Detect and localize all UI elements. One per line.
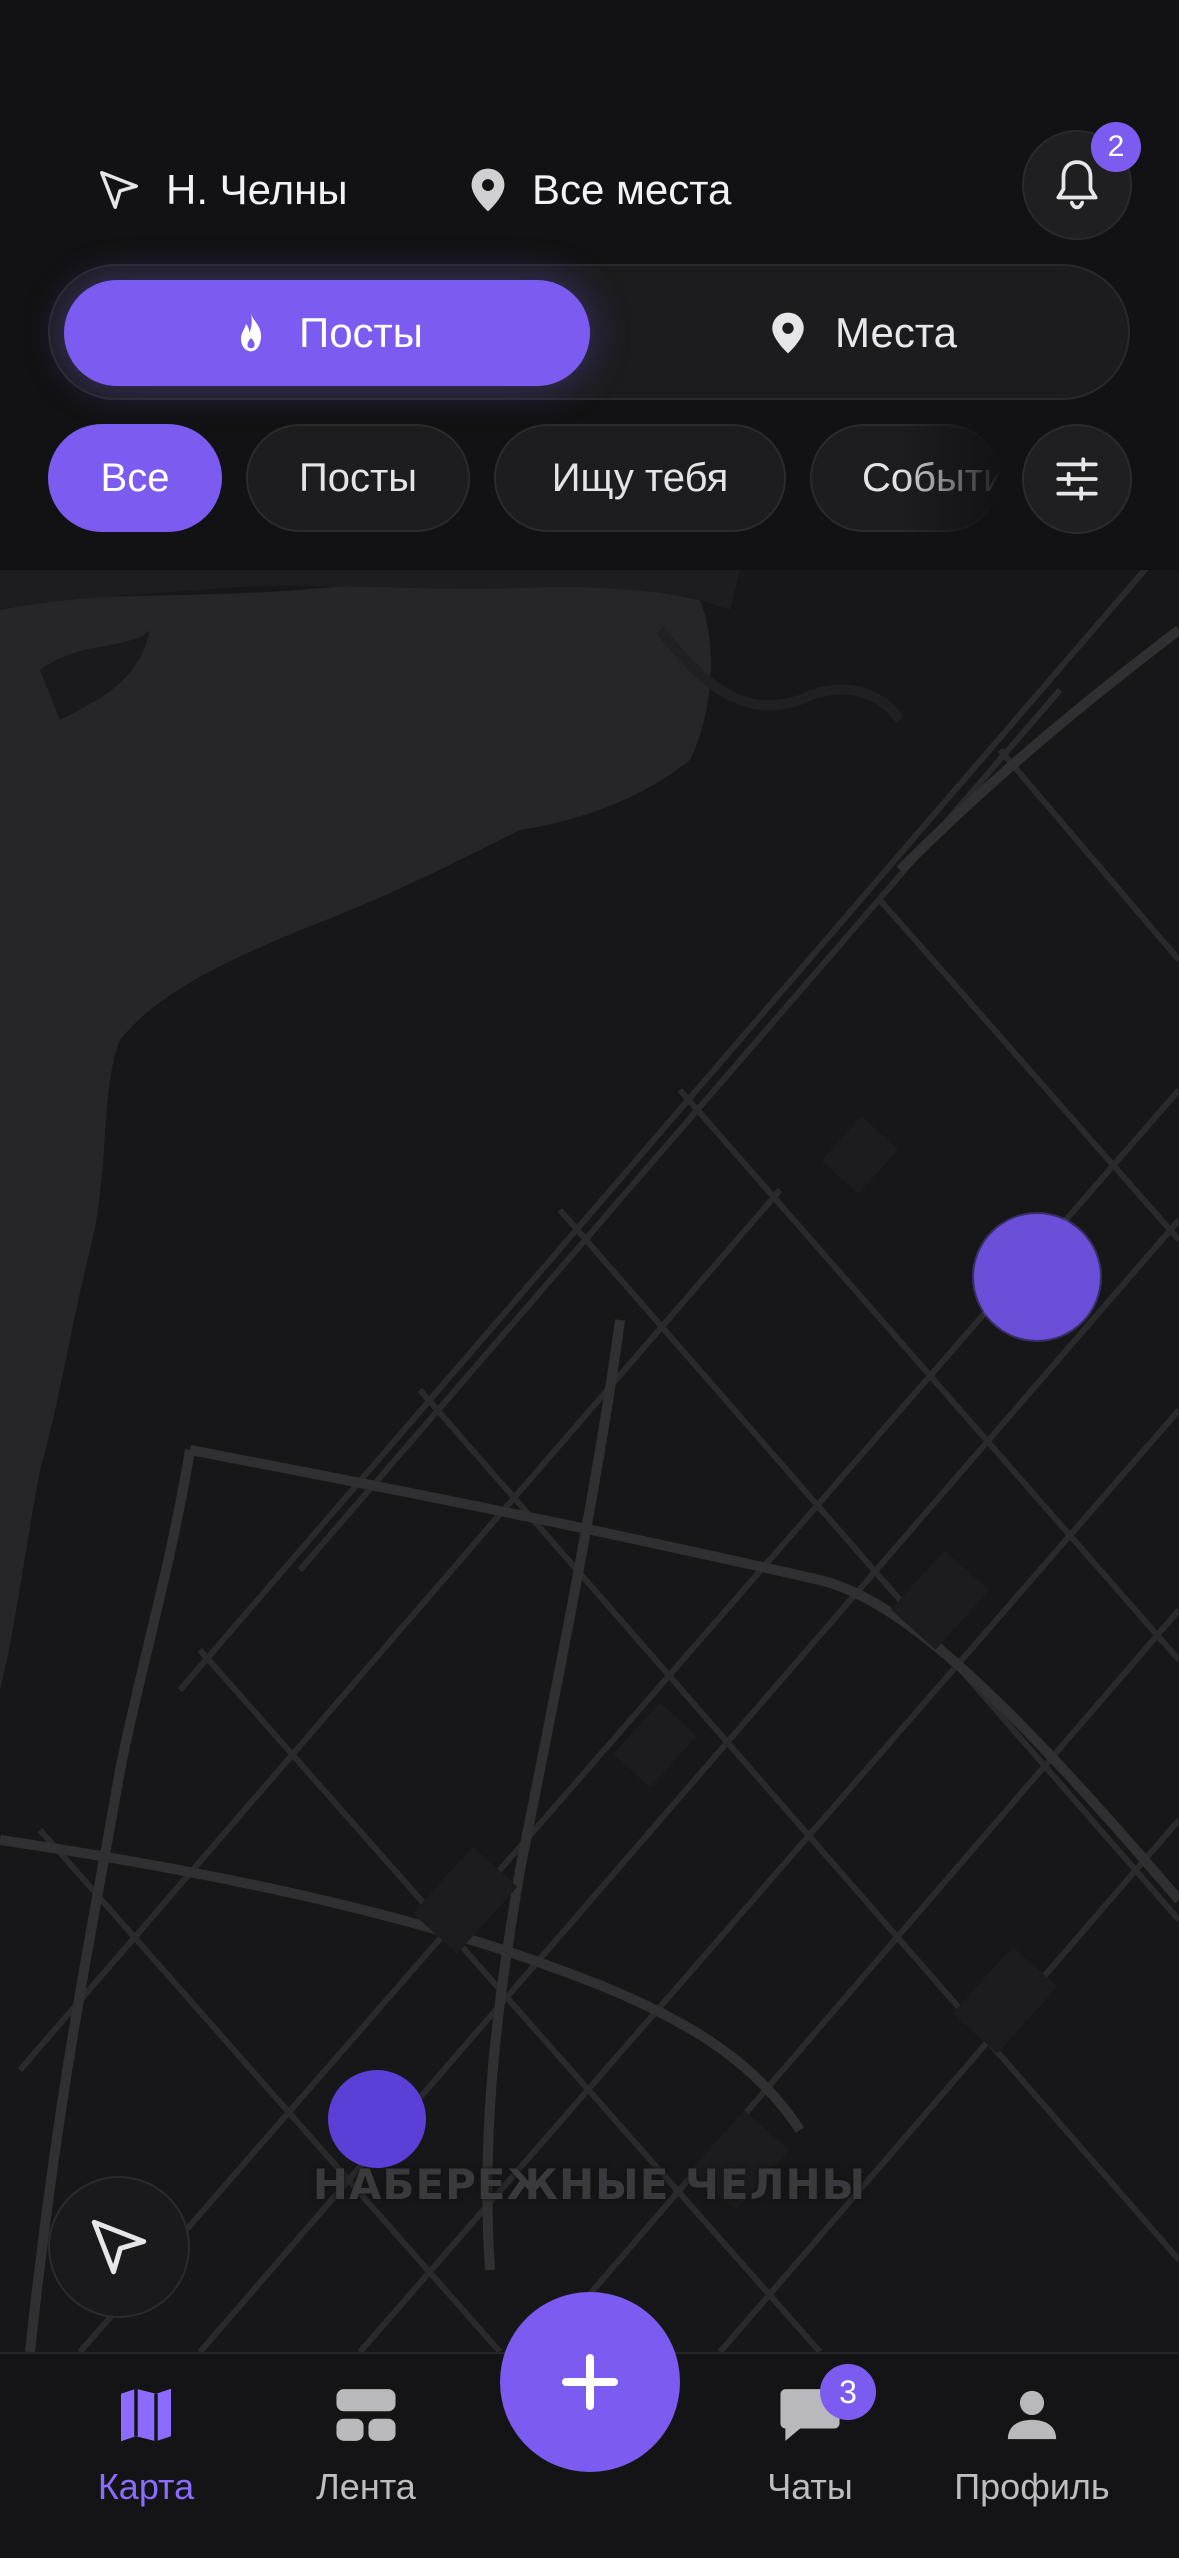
location-row: Н. Челны Все места xyxy=(0,150,1179,230)
places-selector[interactable]: Все места xyxy=(468,150,731,230)
notifications-badge: 2 xyxy=(1091,122,1141,172)
map-pin-icon xyxy=(772,312,804,354)
tab-posts-label: Посты xyxy=(299,309,423,356)
plus-icon xyxy=(562,2354,618,2410)
fire-icon xyxy=(241,313,261,352)
navigation-arrow-icon xyxy=(91,2219,147,2275)
tab-feed-label: Лента xyxy=(316,2466,416,2507)
map-marker[interactable] xyxy=(974,1214,1100,1340)
feed-icon xyxy=(336,2389,396,2441)
map-marker[interactable] xyxy=(328,2070,426,2168)
places-filter-label: Все места xyxy=(532,166,732,213)
bell-icon xyxy=(1056,160,1098,210)
tab-map[interactable]: Карта xyxy=(46,2386,246,2508)
tab-posts[interactable]: Посты xyxy=(64,280,590,386)
category-chips: Все Посты Ищу тебя События xyxy=(0,424,1179,534)
navigation-arrow-icon xyxy=(100,171,138,209)
tab-chats-label: Чаты xyxy=(767,2466,853,2507)
chip-posts[interactable]: Посты xyxy=(246,424,470,532)
filters-button[interactable] xyxy=(1022,424,1132,534)
tab-profile[interactable]: Профиль xyxy=(932,2386,1132,2508)
mode-segmented-control: Посты Места xyxy=(48,264,1130,400)
locate-me-button[interactable] xyxy=(48,2176,190,2318)
tab-places[interactable]: Места xyxy=(610,280,1116,386)
tab-chats[interactable]: Чаты xyxy=(710,2386,910,2508)
chips-fade xyxy=(900,424,1020,534)
top-header: Н. Челны Все места Посты Места Все Посты… xyxy=(0,0,1179,570)
city-selector[interactable]: Н. Челны xyxy=(96,150,348,230)
tab-profile-label: Профиль xyxy=(954,2466,1110,2507)
chip-all[interactable]: Все xyxy=(48,424,222,532)
user-icon xyxy=(1007,2390,1057,2440)
map-canvas xyxy=(0,570,1179,2352)
chats-badge: 3 xyxy=(820,2364,876,2420)
chip-looking-for-you[interactable]: Ищу тебя xyxy=(494,424,786,532)
map-city-label: НАБЕРЕЖНЫЕ ЧЕЛНЫ xyxy=(312,2160,867,2209)
map-view[interactable]: НАБЕРЕЖНЫЕ ЧЕЛНЫ xyxy=(0,570,1179,2352)
create-post-button[interactable] xyxy=(500,2292,680,2472)
map-pin-icon xyxy=(471,168,505,212)
tab-map-label: Карта xyxy=(97,2466,195,2507)
map-icon xyxy=(121,2388,171,2442)
tab-feed[interactable]: Лента xyxy=(266,2386,466,2508)
tab-places-label: Места xyxy=(835,309,957,356)
city-name: Н. Челны xyxy=(166,166,348,213)
sliders-icon xyxy=(1056,457,1098,501)
